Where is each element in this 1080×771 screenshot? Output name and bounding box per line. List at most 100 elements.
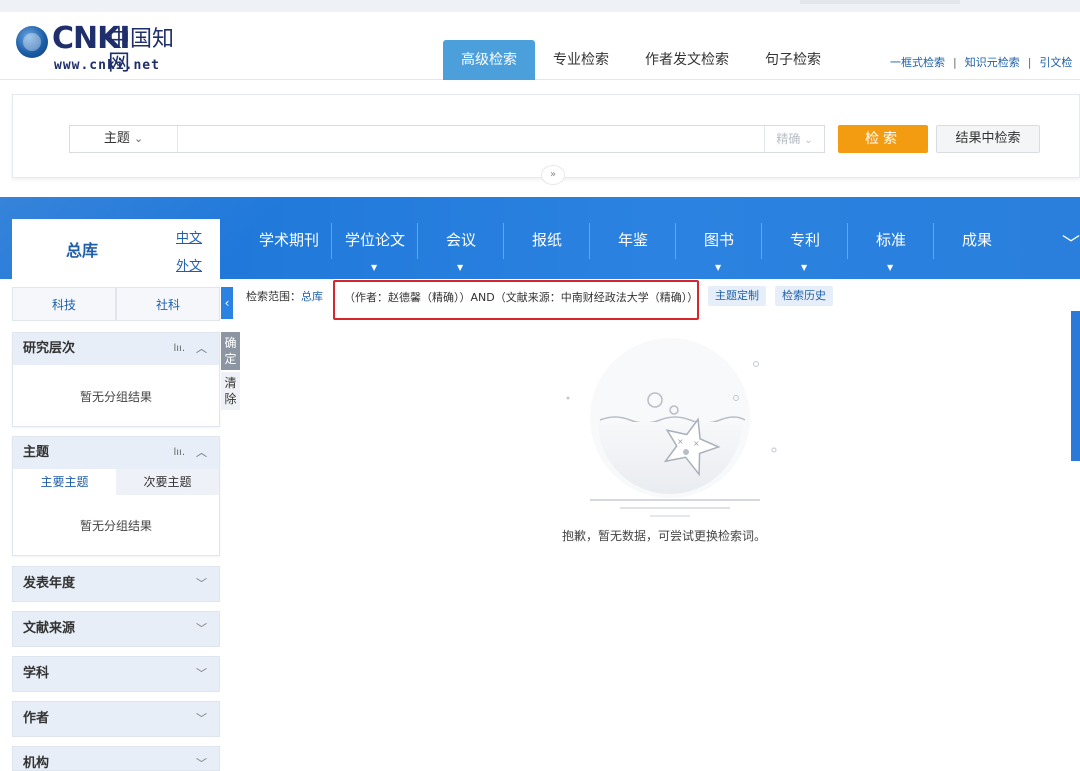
globe-icon xyxy=(16,26,48,58)
search-button[interactable]: 检索 xyxy=(838,125,928,153)
tab-secondary-topic[interactable]: 次要主题 xyxy=(116,469,219,495)
link-citation-search[interactable]: 引文检 xyxy=(1039,54,1072,70)
db-tab-label: 年鉴 xyxy=(617,231,648,249)
chevron-down-icon: ⌄ xyxy=(804,135,813,146)
topic-empty: 暂无分组结果 xyxy=(79,519,152,533)
total-library-tab[interactable]: 总库 中文 外文 xyxy=(12,219,220,279)
browser-top-strip xyxy=(0,0,1080,12)
svg-text:×: × xyxy=(693,439,700,448)
db-tab-standards[interactable]: 标准 ▼ xyxy=(848,197,934,279)
chinese-library-link[interactable]: 中文 xyxy=(176,227,202,246)
topic-custom-button[interactable]: 主题定制 xyxy=(708,286,766,306)
research-level-header[interactable]: 研究层次 lıı. ︿ xyxy=(13,333,219,365)
precision-label: 精确 xyxy=(776,132,801,146)
chevron-down-icon: ﹀ xyxy=(196,667,207,680)
chevron-down-icon: ﹀ xyxy=(196,577,207,590)
filter-source[interactable]: 文献来源 ﹀ xyxy=(12,611,220,647)
chevron-left-icon[interactable]: ‹ xyxy=(221,287,233,319)
total-library-label: 总库 xyxy=(66,241,99,260)
db-tab-label: 专利 xyxy=(789,231,820,249)
db-tab-conferences[interactable]: 会议 ▼ xyxy=(418,197,504,279)
chevron-down-icon[interactable]: ﹀ xyxy=(1062,230,1080,256)
confirm-button[interactable]: 确定 xyxy=(221,332,240,370)
tab-professional-search[interactable]: 专业检索 xyxy=(535,40,627,80)
filter-label: 机构 xyxy=(23,756,50,771)
link-quick-search[interactable]: 一框式检索 xyxy=(890,54,945,70)
chevron-down-icon: ﹀ xyxy=(196,712,207,725)
right-side-tab[interactable] xyxy=(1071,311,1080,461)
bar-chart-icon[interactable]: lıı. xyxy=(173,333,185,365)
db-tab-label: 报纸 xyxy=(531,231,562,249)
cnki-logo[interactable]: CNKI 中国知网 www.cnki.net xyxy=(16,22,186,76)
caret-down-icon: ▼ xyxy=(457,263,464,272)
clear-button[interactable]: 清除 xyxy=(221,372,240,410)
link-knowledge-search[interactable]: 知识元检索 xyxy=(965,54,1020,70)
research-level-empty: 暂无分组结果 xyxy=(79,390,152,404)
filter-label: 发表年度 xyxy=(23,576,76,591)
tab-sentence-search[interactable]: 句子检索 xyxy=(747,40,839,80)
header: CNKI 中国知网 www.cnki.net 高级检索 专业检索 作者发文检索 … xyxy=(0,12,1080,80)
db-tab-patents[interactable]: 专利 ▼ xyxy=(762,197,848,279)
db-tab-books[interactable]: 图书 ▼ xyxy=(676,197,762,279)
search-mode-tabs: 高级检索 专业检索 作者发文检索 句子检索 xyxy=(443,40,839,80)
db-tab-yearbooks[interactable]: 年鉴 xyxy=(590,197,676,279)
search-box: 主题 ⌄ 精确 ⌄ xyxy=(69,125,825,153)
logo-url: www.cnki.net xyxy=(54,58,160,73)
search-history-button[interactable]: 检索历史 xyxy=(775,286,833,306)
subject-tab-social[interactable]: 社科 xyxy=(116,287,220,321)
research-level-panel: 研究层次 lıı. ︿ 暂无分组结果 xyxy=(12,332,220,427)
chevron-down-icon: ⌄ xyxy=(133,132,144,145)
topic-sub-tabs: 主要主题 次要主题 xyxy=(13,469,219,495)
db-tab-label: 成果 xyxy=(961,231,992,249)
search-area: 主题 ⌄ 精确 ⌄ 检索 结果中检索 » xyxy=(12,94,1080,185)
empty-illustration: × × xyxy=(560,328,780,528)
chevron-up-icon[interactable]: ︿ xyxy=(196,437,207,469)
subject-tab-science[interactable]: 科技 xyxy=(12,287,116,321)
search-field-select[interactable]: 主题 ⌄ xyxy=(70,126,178,152)
confirm-clear-column: 确定 清除 xyxy=(221,332,240,410)
scope-value[interactable]: 总库 xyxy=(301,290,323,303)
chevron-down-icon: ﹀ xyxy=(196,622,207,635)
tab-main-topic[interactable]: 主要主题 xyxy=(13,469,116,495)
query-expression: （作者：赵德馨（精确））AND（文献来源：中南财经政法大学（精确）） xyxy=(344,291,699,304)
header-links: 一框式检索 | 知识元检索 | 引文检 xyxy=(890,54,1072,70)
starfish-bowl-icon: × × xyxy=(566,338,777,517)
db-tab-achievements[interactable]: 成果 xyxy=(934,197,1020,279)
link-separator: | xyxy=(1027,56,1032,69)
tab-advanced-search[interactable]: 高级检索 xyxy=(443,40,535,80)
scope-label: 检索范围： xyxy=(246,290,301,303)
search-field-label: 主题 xyxy=(103,131,130,146)
chevron-double-down-icon[interactable]: » xyxy=(541,165,565,185)
filter-label: 文献来源 xyxy=(23,621,76,636)
tab-author-search[interactable]: 作者发文检索 xyxy=(627,40,747,80)
filter-author[interactable]: 作者 ﹀ xyxy=(12,701,220,737)
topic-panel: 主题 lıı. ︿ 主要主题 次要主题 暂无分组结果 xyxy=(12,436,220,556)
svg-text:×: × xyxy=(677,437,684,446)
filter-label: 学科 xyxy=(23,666,50,681)
caret-down-icon: ▼ xyxy=(887,263,894,272)
db-tab-label: 学术期刊 xyxy=(258,231,319,249)
foreign-library-link[interactable]: 外文 xyxy=(176,255,202,274)
db-tab-label: 会议 xyxy=(445,231,476,249)
search-in-results-button[interactable]: 结果中检索 xyxy=(936,125,1040,153)
search-input[interactable] xyxy=(180,126,760,152)
filter-publish-year[interactable]: 发表年度 ﹀ xyxy=(12,566,220,602)
top-strip-segment xyxy=(800,0,960,4)
db-tab-theses[interactable]: 学位论文 ▼ xyxy=(332,197,418,279)
filter-discipline[interactable]: 学科 ﹀ xyxy=(12,656,220,692)
topic-header[interactable]: 主题 lıı. ︿ xyxy=(13,437,219,469)
caret-down-icon: ▼ xyxy=(801,263,808,272)
db-tab-newspapers[interactable]: 报纸 xyxy=(504,197,590,279)
chevron-down-icon: ﹀ xyxy=(196,757,207,770)
filter-institution[interactable]: 机构 ﹀ xyxy=(12,746,220,771)
bar-chart-icon[interactable]: lıı. xyxy=(173,437,185,469)
subject-tabs: 科技 社科 xyxy=(12,287,220,321)
chevron-up-icon[interactable]: ︿ xyxy=(196,333,207,365)
topic-title: 主题 xyxy=(23,445,50,460)
link-separator: | xyxy=(953,56,957,69)
db-tab-journals[interactable]: 学术期刊 xyxy=(246,197,332,279)
empty-message: 抱歉，暂无数据，可尝试更换检索词。 xyxy=(562,529,767,543)
precision-select[interactable]: 精确 ⌄ xyxy=(764,126,824,152)
caret-down-icon: ▼ xyxy=(371,263,378,272)
db-tab-label: 学位论文 xyxy=(344,231,405,249)
